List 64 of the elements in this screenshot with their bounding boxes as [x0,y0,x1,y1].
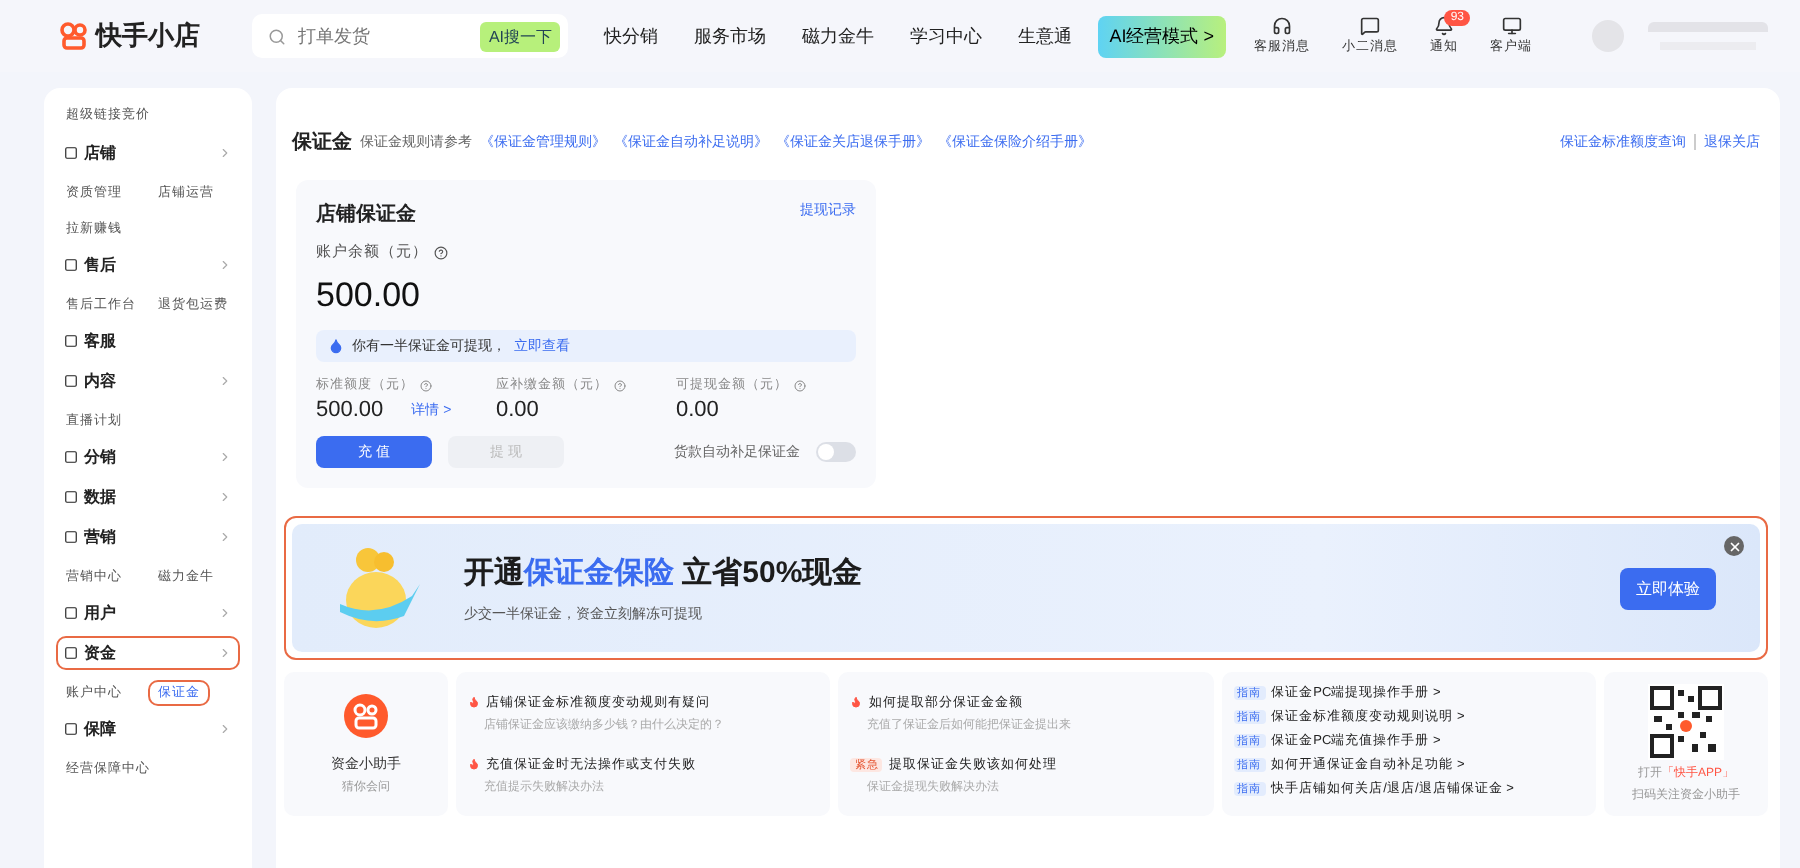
banner-title: 开通保证金保险 立省50%现金 [464,553,863,591]
stat-value: 0.00 [496,398,539,422]
balance-amount: 500.00 [316,276,422,316]
app-name: 快手小店 [96,18,200,54]
toggle-switch[interactable] [816,442,856,462]
nav-link[interactable]: 快分销 [604,23,658,49]
chevron-icon [218,450,232,464]
chevron-icon [218,258,232,272]
headset-icon [1272,16,1292,36]
nav-link[interactable]: 学习中心 [910,23,982,49]
help-icon [434,245,448,259]
square-icon [64,722,78,736]
ai-search-button[interactable]: AI搜一下 [480,21,560,51]
nav-link[interactable]: 生意通 [1018,23,1072,49]
monitor-icon [1501,16,1521,36]
sidebar-section[interactable]: 客服 [56,324,240,358]
help-icon [614,379,626,391]
stat-value: 500.00 [316,398,384,422]
search-field[interactable]: 打单发货 AI搜一下 [252,14,568,58]
chevron-icon [218,490,232,504]
sidebar-section[interactable]: 数据 [56,480,240,514]
square-icon [64,450,78,464]
logo-icon [60,22,88,50]
square-icon [64,606,78,620]
chevron-icon [218,606,232,620]
chevron-icon [218,146,232,160]
sidebar-section[interactable]: 营销 [56,520,240,554]
qr-code-drawing [1647,684,1724,760]
helper-logo-icon [344,693,388,737]
try-now-button[interactable]: 立即体验 [1620,567,1716,609]
nav-link[interactable]: 服务市场 [694,23,766,49]
sidebar-section[interactable]: 内容 [56,364,240,398]
chevron-icon [218,646,232,660]
square-icon [64,146,78,160]
nav-link[interactable]: 磁力金牛 [802,23,874,49]
help-icon [794,379,806,391]
flame-icon [468,696,480,708]
card-title: 店铺保证金 [316,200,416,228]
page-title: 保证金 [292,129,352,156]
square-icon [64,530,78,544]
help-icon [420,379,432,391]
sidebar-section[interactable]: 售后 [56,248,240,282]
flame-icon [850,696,863,708]
chevron-icon [218,374,232,388]
square-icon [64,334,78,348]
sidebar-section[interactable]: 资金 [56,636,240,670]
ai-mode-button[interactable]: AI经营模式 > [1097,15,1226,57]
drop-icon [328,338,344,354]
close-button[interactable] [1724,536,1744,556]
bell-icon [1434,16,1454,36]
search-icon [268,27,286,45]
square-icon [64,258,78,272]
square-icon [64,374,78,388]
chevron-icon [218,530,232,544]
sidebar-section[interactable]: 分销 [56,440,240,474]
square-icon [64,646,78,660]
stat-value: 0.00 [676,398,719,422]
chevron-icon [218,722,232,736]
sidebar-section[interactable]: 店铺 [56,136,240,170]
flame-icon [468,758,480,770]
sidebar-section[interactable]: 保障 [56,712,240,746]
chat-icon [1360,16,1380,36]
square-icon [64,490,78,504]
sidebar-section[interactable]: 用户 [56,596,240,630]
